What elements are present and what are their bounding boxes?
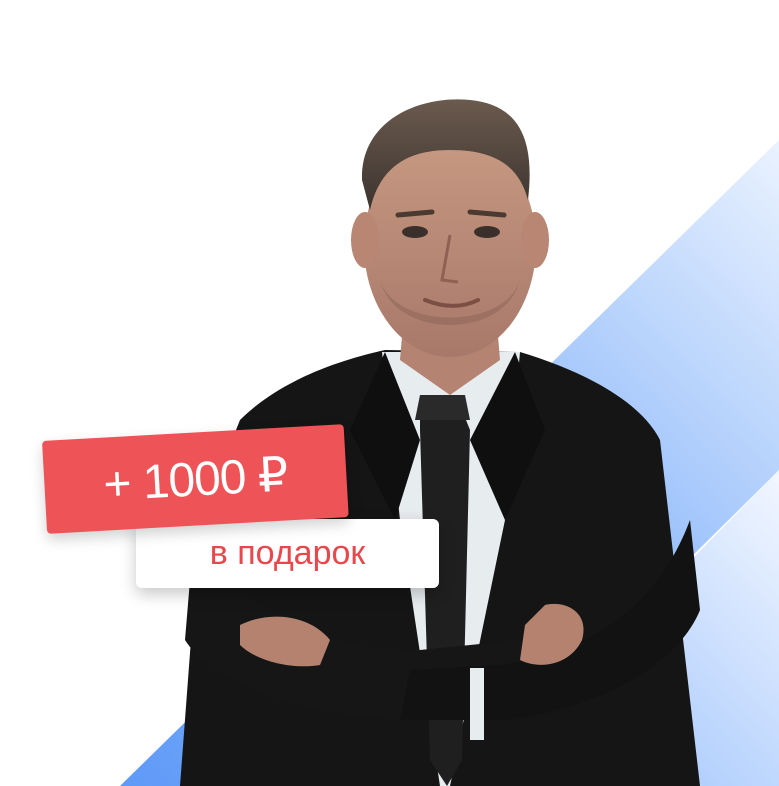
bonus-amount-text: + 1000 ₽ — [102, 447, 289, 512]
bonus-amount-badge: + 1000 ₽ — [42, 424, 349, 534]
gift-subtitle-badge: в подарок — [136, 519, 439, 588]
gift-subtitle-text: в подарок — [209, 534, 366, 572]
promo-banner: в подарок + 1000 ₽ — [0, 0, 779, 786]
man-in-suit-photo — [180, 99, 700, 786]
